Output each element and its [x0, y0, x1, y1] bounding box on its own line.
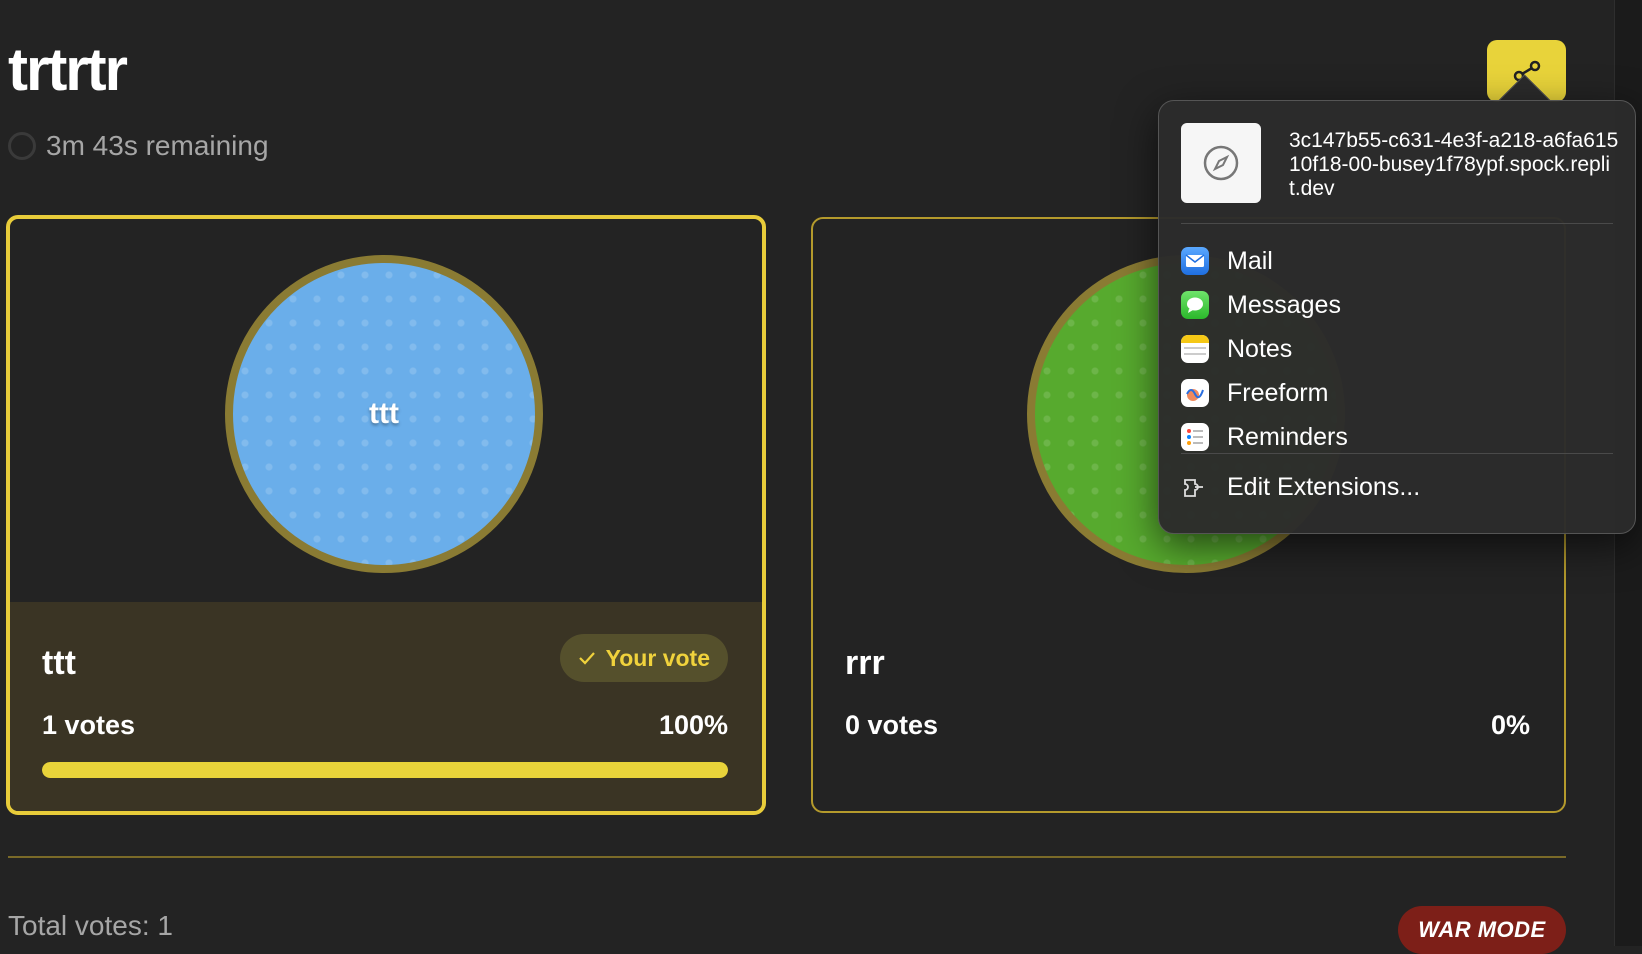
- messages-icon: [1181, 291, 1209, 319]
- countdown-timer: 3m 43s remaining: [8, 130, 269, 162]
- vote-stats: 0 votes 0%: [845, 710, 1530, 741]
- popover-separator: [1181, 223, 1613, 224]
- vote-percent: 0%: [1490, 710, 1530, 740]
- vote-progress-fill: [42, 762, 728, 778]
- war-mode-badge[interactable]: WAR MODE: [1398, 906, 1566, 954]
- share-item-messages[interactable]: Messages: [1181, 283, 1348, 327]
- poll-title: trtrtr: [8, 36, 128, 103]
- option-info: rrr 0 votes 0%: [813, 602, 1564, 811]
- share-item-mail[interactable]: Mail: [1181, 239, 1348, 283]
- timer-ring-icon: [8, 132, 36, 160]
- share-item-freeform[interactable]: Freeform: [1181, 371, 1348, 415]
- share-item-label: Reminders: [1227, 422, 1348, 451]
- share-popover: 3c147b55-c631-4e3f-a218-a6fa61510f18-00-…: [1158, 100, 1636, 534]
- vote-count: 1 votes: [42, 710, 136, 740]
- mail-icon: [1181, 247, 1209, 275]
- option-circle[interactable]: ttt: [225, 255, 543, 573]
- your-vote-label: Your vote: [605, 644, 710, 671]
- total-votes: Total votes: 1: [8, 910, 173, 941]
- option-info: ttt Your vote 1 votes 100%: [10, 602, 762, 811]
- option-name: rrr: [845, 644, 885, 682]
- share-item-label: Notes: [1227, 334, 1293, 363]
- share-item-label: Messages: [1227, 290, 1341, 319]
- vote-progress-bar: [42, 762, 728, 778]
- extensions-icon: [1184, 478, 1203, 497]
- vote-stats: 1 votes 100%: [42, 710, 728, 741]
- freeform-icon: [1181, 379, 1209, 407]
- share-item-label: Mail: [1227, 246, 1273, 275]
- popover-separator: [1181, 453, 1613, 454]
- reminders-icon: [1181, 423, 1209, 451]
- option-card-ttt[interactable]: ttt ttt Your vote 1 votes 100%: [6, 215, 766, 815]
- share-item-notes[interactable]: Notes: [1181, 327, 1348, 371]
- edit-extensions-item[interactable]: Edit Extensions...: [1181, 473, 1420, 502]
- option-circle-label: ttt: [369, 397, 399, 430]
- vote-percent: 100%: [658, 710, 728, 740]
- your-vote-badge: Your vote: [559, 634, 728, 682]
- option-visual: ttt: [10, 219, 762, 602]
- edit-extensions-label: Edit Extensions...: [1227, 473, 1421, 501]
- option-name: ttt: [42, 644, 76, 682]
- share-item-label: Freeform: [1227, 378, 1329, 407]
- vote-count: 0 votes: [845, 710, 939, 740]
- notes-icon: [1181, 335, 1209, 363]
- checkmark-icon: [578, 652, 595, 665]
- safari-compass-icon: [1181, 123, 1261, 203]
- share-url-header: 3c147b55-c631-4e3f-a218-a6fa61510f18-00-…: [1181, 123, 1619, 203]
- footer-divider: [8, 856, 1566, 858]
- share-url: 3c147b55-c631-4e3f-a218-a6fa61510f18-00-…: [1289, 129, 1619, 200]
- timer-text: 3m 43s remaining: [46, 130, 269, 161]
- share-targets-list: Mail Messages Notes Freeform Reminders: [1181, 239, 1348, 459]
